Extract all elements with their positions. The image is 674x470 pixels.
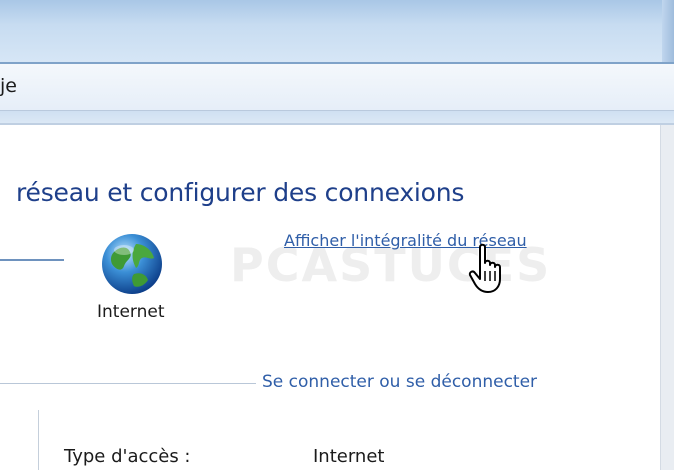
- toolbar-divider: [0, 123, 674, 125]
- details-separator: [38, 410, 39, 470]
- toolbar-strip: [0, 111, 674, 123]
- connect-disconnect-link[interactable]: Se connecter ou se déconnecter: [262, 372, 537, 392]
- address-bar-text: je: [0, 75, 17, 97]
- vertical-scrollbar[interactable]: [660, 125, 674, 470]
- section-divider: [0, 383, 256, 384]
- hand-cursor-icon: [468, 243, 501, 293]
- network-map-connector: [0, 259, 64, 261]
- access-type-value: Internet: [313, 446, 385, 467]
- globe-icon[interactable]: [100, 232, 164, 296]
- window-titlebar[interactable]: [0, 0, 674, 62]
- titlebar-edge: [662, 0, 674, 62]
- address-bar[interactable]: je: [0, 64, 674, 111]
- access-type-label: Type d'accès :: [64, 446, 191, 467]
- network-node-label: Internet: [97, 302, 165, 322]
- page-title: réseau et configurer des connexions: [16, 178, 465, 207]
